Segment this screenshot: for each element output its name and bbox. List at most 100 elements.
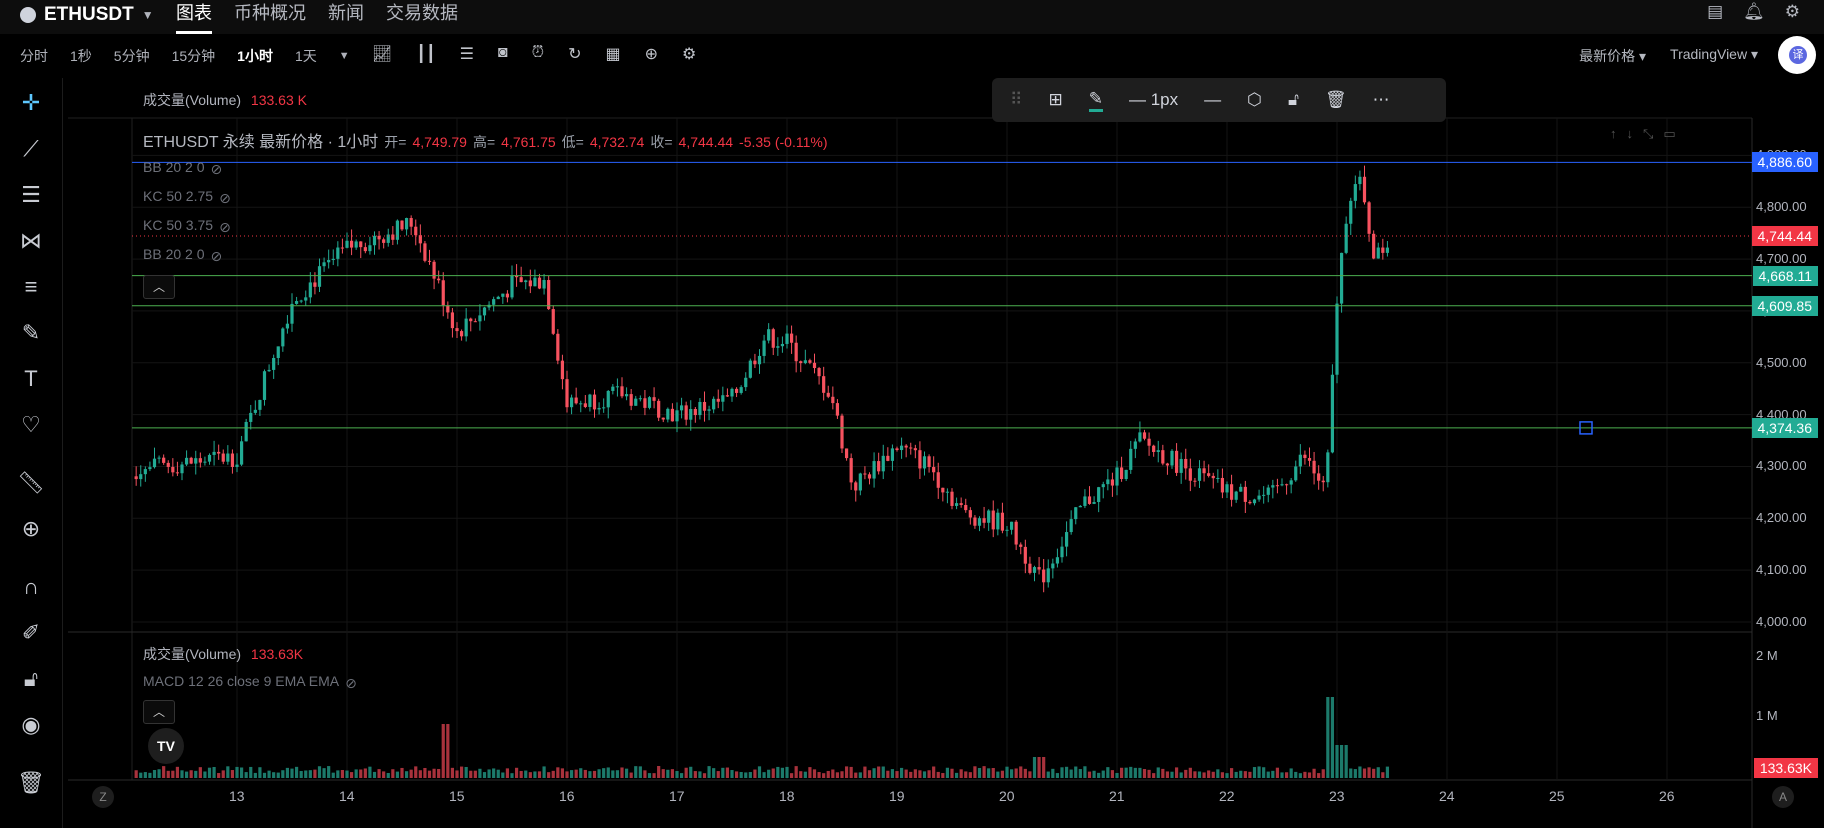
- volume-bar: [207, 767, 212, 778]
- indicator-bb-2[interactable]: BB 20 2 0 ⊘: [143, 246, 229, 264]
- candle-body: [198, 458, 202, 463]
- candle-body: [647, 397, 652, 408]
- line-style-icon[interactable]: —: [1204, 90, 1221, 110]
- maximize-icon[interactable]: ▭: [1663, 126, 1675, 142]
- indicator-macd[interactable]: MACD 12 26 close 9 EMA EMA ⊘: [143, 673, 363, 691]
- candle-body: [1243, 486, 1247, 502]
- candle-body: [533, 277, 537, 287]
- candle-body: [1197, 468, 1202, 481]
- candle-body: [867, 474, 872, 479]
- candle-body: [794, 342, 798, 362]
- volume-bar: [1312, 768, 1316, 778]
- volume-bar: [189, 770, 193, 778]
- volume-bar: [991, 767, 995, 778]
- candle-body: [304, 297, 308, 301]
- date-tick: 17: [669, 788, 685, 804]
- volume-bar: [1161, 768, 1165, 778]
- date-tick: 24: [1439, 788, 1455, 804]
- scroll-down-icon[interactable]: ↓: [1627, 126, 1634, 142]
- volume-bar: [1032, 757, 1037, 778]
- volume-bar: [863, 766, 867, 778]
- eye-off-icon[interactable]: ⊘: [219, 190, 237, 206]
- template-icon[interactable]: ⊞: [1048, 90, 1062, 110]
- candle-body: [1170, 450, 1174, 466]
- volume-bar: [322, 768, 326, 778]
- candle-body: [789, 333, 794, 343]
- volume-bar: [450, 767, 455, 778]
- volume-bar: [547, 772, 551, 778]
- candle-body: [1220, 477, 1225, 493]
- volume-bar: [1252, 767, 1257, 778]
- scroll-up-icon[interactable]: ↑: [1610, 126, 1617, 142]
- volume-bar: [1294, 771, 1298, 778]
- line-width-button[interactable]: — 1px: [1129, 90, 1178, 110]
- volume-bar: [139, 772, 143, 778]
- indicator-kc-1[interactable]: KC 50 2.75 ⊘: [143, 188, 237, 206]
- reset-zoom-button[interactable]: Z: [92, 786, 114, 808]
- volume-bar: [904, 769, 908, 778]
- line-color-icon[interactable]: ✎: [1088, 89, 1103, 112]
- candle-body: [762, 340, 766, 356]
- candle-body: [1023, 546, 1027, 564]
- open-value: 4,749.79: [412, 134, 467, 150]
- candle-body: [194, 458, 198, 464]
- volume-bar: [404, 771, 409, 778]
- indicator-bb-1[interactable]: BB 20 2 0 ⊘: [143, 159, 229, 177]
- price-chart[interactable]: [0, 0, 1824, 828]
- candle-body: [226, 453, 230, 462]
- more-icon[interactable]: ⋯: [1373, 90, 1390, 110]
- volume-bar: [652, 773, 656, 778]
- candle-body: [1225, 484, 1229, 493]
- eye-off-icon[interactable]: ⊘: [219, 219, 237, 235]
- volume-bar: [1019, 766, 1023, 778]
- candle-body: [817, 368, 821, 377]
- eye-off-icon[interactable]: ⊘: [345, 675, 363, 691]
- volume-bar: [478, 768, 482, 778]
- collapse-pane-icon[interactable]: ⤡: [1643, 126, 1653, 142]
- volume-bar: [1087, 771, 1092, 778]
- candle-body: [1069, 519, 1073, 533]
- candle-body: [556, 333, 560, 361]
- candle-body: [858, 473, 862, 491]
- candle-body: [844, 448, 849, 459]
- candle-body: [1115, 467, 1119, 486]
- delete-icon[interactable]: 🗑︎: [1325, 90, 1347, 110]
- volume-bar: [1170, 771, 1174, 778]
- candle-body: [785, 333, 789, 344]
- indicator-kc-2[interactable]: KC 50 3.75 ⊘: [143, 217, 237, 235]
- collapse-legend-button[interactable]: ︿: [143, 275, 175, 299]
- volume-bar: [1009, 769, 1014, 778]
- eye-off-icon[interactable]: ⊘: [211, 248, 229, 264]
- drag-handle-icon[interactable]: ⠿: [1010, 90, 1022, 110]
- auto-scale-button[interactable]: A: [1772, 786, 1794, 808]
- candle-body: [739, 387, 743, 393]
- candle-body: [382, 239, 386, 243]
- eye-off-icon[interactable]: ⊘: [211, 161, 229, 177]
- settings-hex-icon[interactable]: ⬡: [1247, 90, 1262, 110]
- candle-body: [354, 241, 358, 248]
- volume-bar: [492, 768, 496, 778]
- volume-bar: [1069, 769, 1073, 778]
- volume-bar: [157, 769, 161, 778]
- candle-body: [1106, 479, 1110, 485]
- volume-bar: [473, 770, 477, 778]
- volume-bar: [1220, 772, 1225, 778]
- candle-body: [730, 388, 734, 397]
- candle-body: [964, 504, 968, 511]
- volume-bar: [272, 772, 276, 778]
- candle-body: [624, 394, 629, 397]
- volume-bar: [262, 772, 267, 778]
- tradingview-logo[interactable]: TV: [148, 728, 184, 764]
- candle-body: [611, 386, 615, 391]
- unlock-icon[interactable]: 🔓︎: [1288, 90, 1299, 110]
- ohlc-legend: ETHUSDT 永续 最新价格 · 1小时 开= 4,749.79 高= 4,761…: [143, 128, 827, 152]
- drawing-toolbar: ⠿ ⊞ ✎ — 1px — ⬡ 🔓︎ 🗑︎ ⋯: [992, 78, 1446, 122]
- volume-bar: [679, 773, 684, 778]
- volume-bar: [327, 766, 331, 778]
- volume-bar: [152, 770, 157, 778]
- candle-body: [579, 403, 583, 405]
- volume-bar: [464, 766, 468, 778]
- volume-bar: [1326, 697, 1330, 778]
- candle-body: [1078, 505, 1082, 508]
- collapse-volume-legend-button[interactable]: ︿: [143, 700, 175, 724]
